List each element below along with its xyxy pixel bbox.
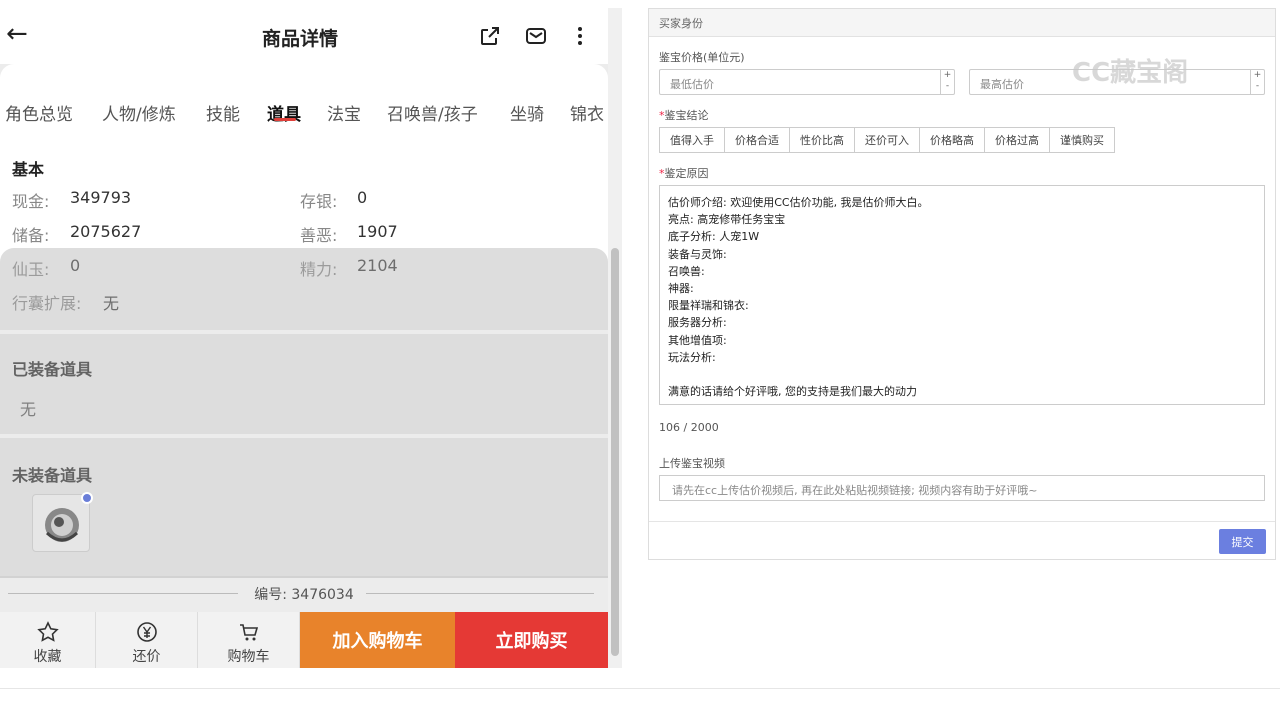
min-price-stepper[interactable]: + - (940, 70, 954, 94)
reserve-label: 储备: (12, 226, 50, 245)
star-icon (36, 621, 59, 642)
conclusion-option[interactable]: 价格合适 (724, 127, 790, 153)
submit-button[interactable]: 提交 (1219, 529, 1266, 554)
divider (366, 593, 594, 594)
bargain-label: 还价 (132, 649, 161, 665)
tab-overview[interactable]: 角色总览 (5, 100, 73, 125)
tab-character[interactable]: 人物/修炼 (102, 100, 176, 125)
scrollbar-thumb[interactable] (611, 248, 619, 656)
conclusion-option[interactable]: 性价比高 (789, 127, 855, 153)
reason-textarea[interactable]: 估价师介绍: 欢迎使用CC估价功能, 我是估价师大白。 亮点: 高宠修带任务宝宝… (659, 185, 1265, 405)
tab-bar: 角色总览 人物/修炼 技能 道具 法宝 召唤兽/孩子 坐骑 锦衣 (0, 64, 608, 136)
page-title: 商品详情 (261, 28, 338, 50)
conclusion-label: *鉴宝结论 (659, 109, 709, 122)
video-link-input[interactable]: 请先在cc上传估价视频后, 再在此处粘贴视频链接; 视频内容有助于好评哦~ (659, 475, 1265, 501)
min-price-input[interactable]: 最低估价 + - (659, 69, 955, 95)
tab-mounts[interactable]: 坐骑 (510, 100, 544, 125)
max-price-placeholder: 最高估价 (980, 78, 1024, 91)
conclusion-option[interactable]: 值得入手 (659, 127, 725, 153)
add-to-cart-button[interactable]: 加入购物车 (300, 612, 455, 668)
scrollbar[interactable] (608, 8, 622, 668)
karma-label: 善恶: (300, 226, 338, 245)
phone-screen: ← 商品详情 角色总览 人物/修炼 技能 道具 法宝 召唤兽/孩子 坐骑 锦衣 … (0, 8, 608, 668)
tab-pets[interactable]: 召唤兽/孩子 (387, 100, 478, 125)
bargain-button[interactable]: 还价 (96, 612, 198, 668)
basic-section-title: 基本 (12, 160, 45, 179)
conclusion-options: 值得入手 价格合适 性价比高 还价可入 价格略高 价格过高 谨慎购买 (659, 127, 1115, 153)
watermark-logo: CC藏宝阁 (1072, 58, 1189, 88)
tab-items[interactable]: 道具 (267, 100, 301, 125)
reserve-value: 2075627 (70, 222, 142, 241)
min-price-placeholder: 最低估价 (670, 78, 714, 91)
cart-icon (239, 624, 258, 641)
bottom-action-bar: 收藏 还价 购物车 加入购物车 立即购买 (0, 612, 608, 668)
divider (649, 521, 1275, 522)
favorite-button[interactable]: 收藏 (0, 612, 96, 668)
tab-outfits[interactable]: 锦衣 (570, 100, 604, 125)
deposit-label: 存银: (300, 192, 338, 211)
conclusion-option[interactable]: 还价可入 (854, 127, 920, 153)
active-tab-indicator (274, 118, 296, 121)
karma-value: 1907 (357, 222, 398, 241)
item-thumbnail[interactable] (32, 492, 93, 552)
top-bar: ← 商品详情 (0, 8, 608, 64)
favorite-label: 收藏 (33, 649, 62, 665)
serial-row: 编号: 3476034 (0, 576, 608, 612)
tab-treasure[interactable]: 法宝 (327, 100, 361, 125)
cart-button[interactable]: 购物车 (198, 612, 300, 668)
price-label: 鉴宝价格(单位元) (659, 51, 745, 64)
overlay-divider (0, 434, 608, 438)
cart-label: 购物车 (227, 649, 270, 665)
conclusion-option[interactable]: 谨慎购买 (1049, 127, 1115, 153)
overlay-divider (0, 330, 608, 334)
conclusion-option[interactable]: 价格过高 (984, 127, 1050, 153)
mail-icon[interactable] (524, 24, 548, 48)
char-counter: 106 / 2000 (659, 421, 719, 434)
divider (8, 593, 238, 594)
conclusion-option[interactable]: 价格略高 (919, 127, 985, 153)
dim-overlay (0, 248, 608, 578)
serial-number: 编号: 3476034 (254, 587, 354, 603)
form-section-title: 买家身份 (649, 9, 1275, 37)
share-icon[interactable] (478, 24, 502, 48)
yuan-coin-icon (136, 622, 157, 642)
item-image-icon (45, 508, 79, 542)
more-icon[interactable] (568, 24, 592, 48)
cash-value: 349793 (70, 188, 132, 207)
video-label: 上传鉴宝视频 (659, 457, 725, 470)
deposit-value: 0 (357, 188, 368, 207)
page-divider (0, 688, 1280, 689)
item-badge-icon (81, 492, 93, 504)
reason-label: *鉴定原因 (659, 167, 709, 180)
cash-label: 现金: (12, 192, 50, 211)
tab-skills[interactable]: 技能 (206, 100, 240, 125)
buy-now-button[interactable]: 立即购买 (455, 612, 608, 668)
